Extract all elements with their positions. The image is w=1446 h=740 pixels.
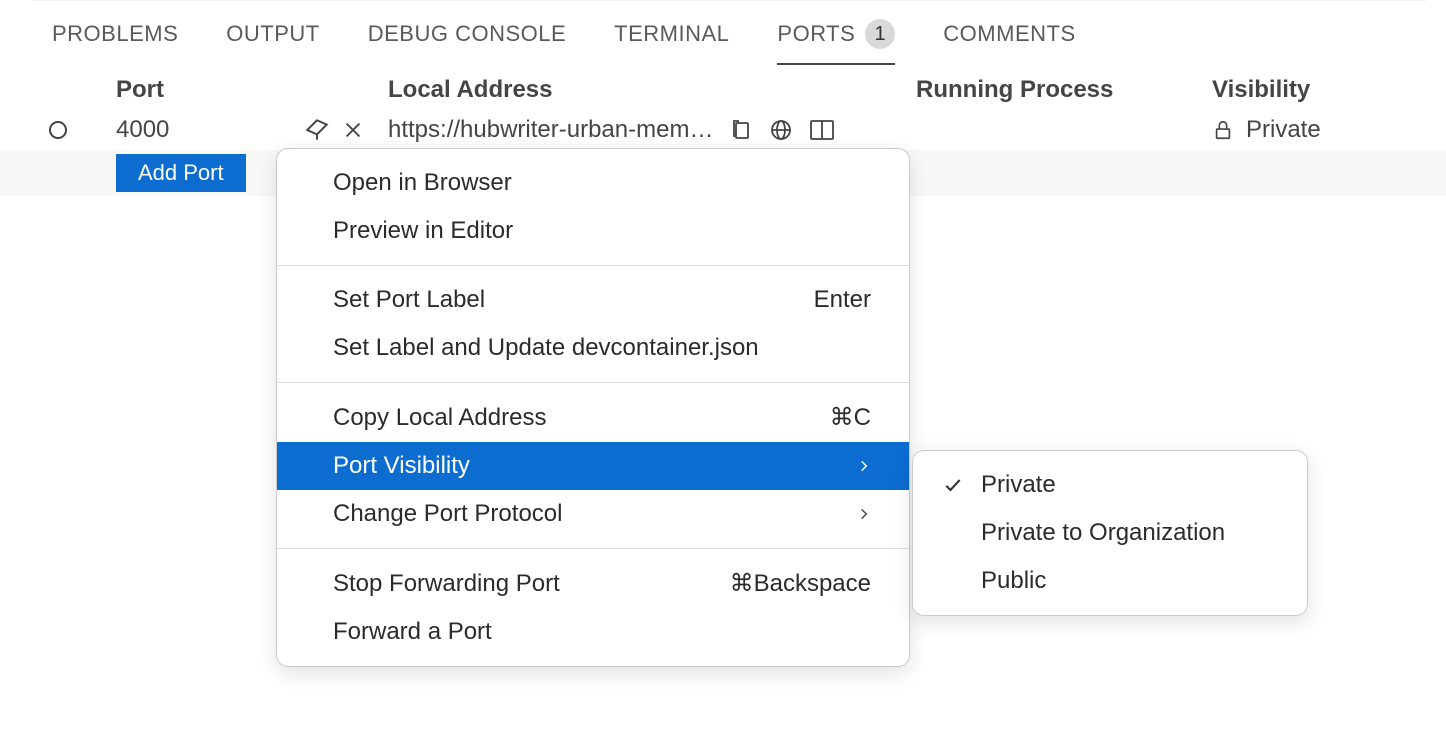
tab-comments[interactable]: COMMENTS (943, 11, 1075, 63)
port-visibility-submenu: Private Private to Organization Public (912, 450, 1308, 616)
submenu-public[interactable]: Public (913, 557, 1307, 605)
tab-terminal[interactable]: TERMINAL (614, 11, 729, 63)
tab-label: PORTS (777, 21, 855, 47)
menu-label: Change Port Protocol (333, 500, 562, 528)
copy-icon[interactable] (729, 118, 753, 142)
menu-forward-a-port[interactable]: Forward a Port (277, 608, 909, 656)
column-running-process: Running Process (916, 76, 1212, 104)
tab-problems[interactable]: PROBLEMS (52, 11, 178, 63)
menu-copy-local-address[interactable]: Copy Local Address ⌘C (277, 393, 909, 442)
tab-label: DEBUG CONSOLE (368, 21, 566, 47)
tab-ports[interactable]: PORTS 1 (777, 9, 895, 65)
submenu-label: Private to Organization (981, 519, 1225, 547)
port-context-menu: Open in Browser Preview in Editor Set Po… (276, 148, 910, 667)
menu-label: Forward a Port (333, 618, 492, 646)
tab-debug-console[interactable]: DEBUG CONSOLE (368, 11, 566, 63)
add-port-label: Add Port (138, 160, 224, 185)
check-icon (941, 475, 965, 495)
menu-shortcut: ⌘C (830, 403, 871, 432)
menu-label: Open in Browser (333, 169, 512, 197)
menu-stop-forwarding[interactable]: Stop Forwarding Port ⌘Backspace (277, 559, 909, 608)
tab-label: PROBLEMS (52, 21, 178, 47)
port-status-icon (49, 121, 67, 139)
tab-label: OUTPUT (226, 21, 319, 47)
submenu-private[interactable]: Private (913, 461, 1307, 509)
tab-label: TERMINAL (614, 21, 729, 47)
port-row[interactable]: 4000 https://hubwriter-urban-mem… (0, 110, 1446, 150)
menu-label: Set Port Label (333, 286, 485, 314)
lock-icon (1212, 118, 1234, 142)
add-port-button[interactable]: Add Port (116, 154, 246, 192)
menu-label: Port Visibility (333, 452, 470, 480)
menu-label: Copy Local Address (333, 404, 546, 432)
panel-tabs: PROBLEMS OUTPUT DEBUG CONSOLE TERMINAL P… (0, 1, 1446, 66)
submenu-private-org[interactable]: Private to Organization (913, 509, 1307, 557)
menu-change-port-protocol[interactable]: Change Port Protocol (277, 490, 909, 538)
close-icon[interactable] (342, 117, 364, 143)
menu-shortcut: Enter (814, 286, 871, 314)
menu-label: Preview in Editor (333, 217, 513, 245)
label-icon[interactable] (304, 117, 330, 143)
tab-label: COMMENTS (943, 21, 1075, 47)
submenu-label: Public (981, 567, 1046, 595)
menu-preview-in-editor[interactable]: Preview in Editor (277, 207, 909, 255)
column-visibility: Visibility (1212, 76, 1446, 104)
menu-open-in-browser[interactable]: Open in Browser (277, 159, 909, 207)
menu-set-port-label[interactable]: Set Port Label Enter (277, 276, 909, 324)
column-local-address: Local Address (388, 76, 916, 104)
chevron-right-icon (857, 456, 871, 476)
column-port: Port (116, 76, 388, 104)
submenu-label: Private (981, 471, 1056, 499)
split-preview-icon[interactable] (809, 118, 835, 142)
port-number: 4000 (116, 116, 169, 144)
globe-icon[interactable] (769, 118, 793, 142)
local-address-text: https://hubwriter-urban-mem… (388, 116, 713, 144)
menu-port-visibility[interactable]: Port Visibility (277, 442, 909, 490)
menu-set-label-devcontainer[interactable]: Set Label and Update devcontainer.json (277, 324, 909, 372)
tab-output[interactable]: OUTPUT (226, 11, 319, 63)
menu-label: Stop Forwarding Port (333, 570, 560, 598)
menu-shortcut: ⌘Backspace (730, 569, 871, 598)
menu-label: Set Label and Update devcontainer.json (333, 334, 759, 362)
visibility-value: Private (1246, 116, 1321, 144)
chevron-right-icon (857, 504, 871, 524)
ports-table-header: Port Local Address Running Process Visib… (0, 66, 1446, 110)
ports-count-badge: 1 (865, 19, 895, 49)
